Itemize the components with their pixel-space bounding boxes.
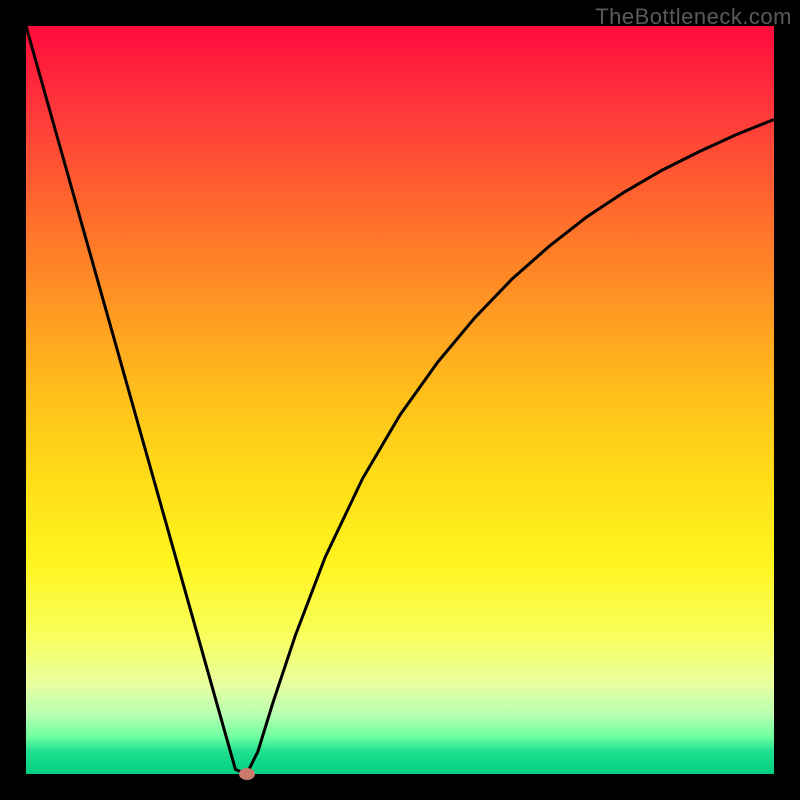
- minimum-marker: [239, 768, 255, 780]
- bottleneck-curve: [26, 26, 774, 774]
- plot-area: [26, 26, 774, 774]
- curve-svg: [26, 26, 774, 774]
- chart-frame: TheBottleneck.com: [0, 0, 800, 800]
